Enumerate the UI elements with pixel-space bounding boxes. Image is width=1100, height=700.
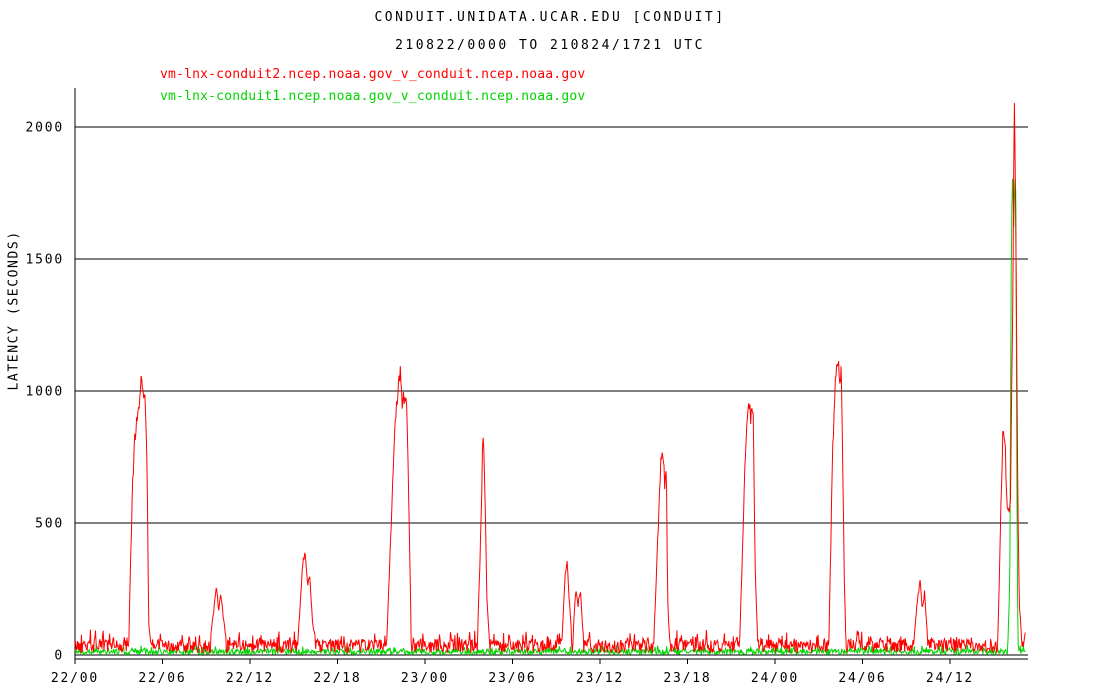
series-line-conduit1-green [75,179,1025,655]
x-tick-label-24/00: 24/00 [751,671,799,686]
x-tick-label-24/06: 24/06 [838,671,886,686]
y-tick-label-1000: 1000 [25,385,64,400]
x-tick-label-22/00: 22/00 [51,671,99,686]
y-tick-label-2000: 2000 [25,121,64,136]
x-tick-label-23/18: 23/18 [663,671,711,686]
series-line-conduit2-red [75,103,1025,653]
x-tick-label-22/12: 22/12 [226,671,274,686]
x-tick-label-22/06: 22/06 [138,671,186,686]
x-tick-label-22/18: 22/18 [313,671,361,686]
y-tick-label-1500: 1500 [25,253,64,268]
x-tick-label-23/00: 23/00 [401,671,449,686]
y-tick-label-0: 0 [54,649,64,664]
rtstats-latency-screen: CONDUIT.UNIDATA.UCAR.EDU [CONDUIT] 21082… [0,0,1100,700]
latency-chart: 0 500 1000 1500 2000 22/00 22/06 22/12 22/18 23/0… [0,0,1100,700]
x-tick-label-23/12: 23/12 [576,671,624,686]
y-tick-label-500: 500 [35,517,64,532]
x-tick-label-23/06: 23/06 [488,671,536,686]
x-tick-label-24/12: 24/12 [926,671,974,686]
